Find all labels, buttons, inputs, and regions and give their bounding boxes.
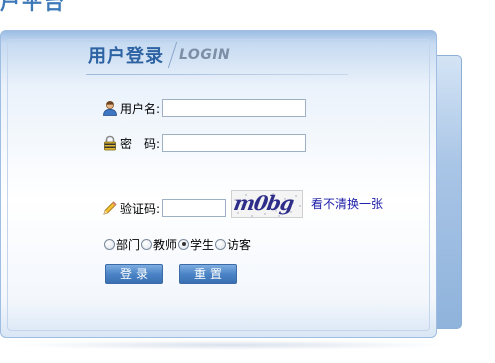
reset-button[interactable]: 重置 <box>179 264 237 284</box>
password-input[interactable] <box>162 134 307 152</box>
role-options: 部门 教师 学生 访客 <box>104 234 252 254</box>
title-divider <box>167 42 178 68</box>
title-underline <box>86 74 348 75</box>
refresh-captcha-link[interactable]: 看不清换一张 <box>311 195 383 212</box>
role-option-visitor[interactable]: 访客 <box>215 236 251 253</box>
captcha-label: 验证码: <box>120 201 161 216</box>
role-label-teacher: 教师 <box>153 237 178 252</box>
captcha-image-text: m0bg <box>231 191 296 215</box>
header-cut-text: 户平台 <box>0 0 66 14</box>
captcha-image[interactable]: m0bg <box>231 190 303 218</box>
login-title-en: LOGIN <box>179 47 231 63</box>
role-label-student: 学生 <box>190 237 215 252</box>
login-page: 户平台 用户登录 LOGIN 用户名: 密 码: 验证码: m0bg 看不清换一… <box>0 0 495 363</box>
login-button[interactable]: 登录 <box>105 264 163 284</box>
role-option-teacher[interactable]: 教师 <box>141 236 177 253</box>
role-label-visitor: 访客 <box>227 237 252 252</box>
radio-student[interactable] <box>178 238 190 250</box>
password-label: 密 码: <box>120 136 161 151</box>
pencil-icon <box>102 200 118 216</box>
radio-teacher[interactable] <box>141 238 153 250</box>
password-row: 密 码: <box>102 133 307 153</box>
role-option-student[interactable]: 学生 <box>178 236 214 253</box>
login-title-cn: 用户登录 <box>88 46 164 67</box>
username-label: 用户名: <box>120 101 161 116</box>
role-label-department: 部门 <box>116 237 141 252</box>
radio-department[interactable] <box>104 238 115 250</box>
username-input[interactable] <box>162 99 307 117</box>
user-icon <box>102 100 118 116</box>
panel-shadow <box>10 340 450 350</box>
role-option-department[interactable]: 部门 <box>104 236 140 253</box>
lock-icon <box>102 135 118 151</box>
captcha-row: 验证码: <box>102 198 227 218</box>
radio-visitor[interactable] <box>215 238 227 250</box>
login-inner-frame <box>7 39 430 331</box>
username-row: 用户名: <box>102 98 307 118</box>
login-panel <box>0 30 437 338</box>
button-row: 登录 重置 <box>105 264 249 284</box>
captcha-input[interactable] <box>162 199 227 217</box>
login-title: 用户登录 LOGIN <box>88 42 230 68</box>
